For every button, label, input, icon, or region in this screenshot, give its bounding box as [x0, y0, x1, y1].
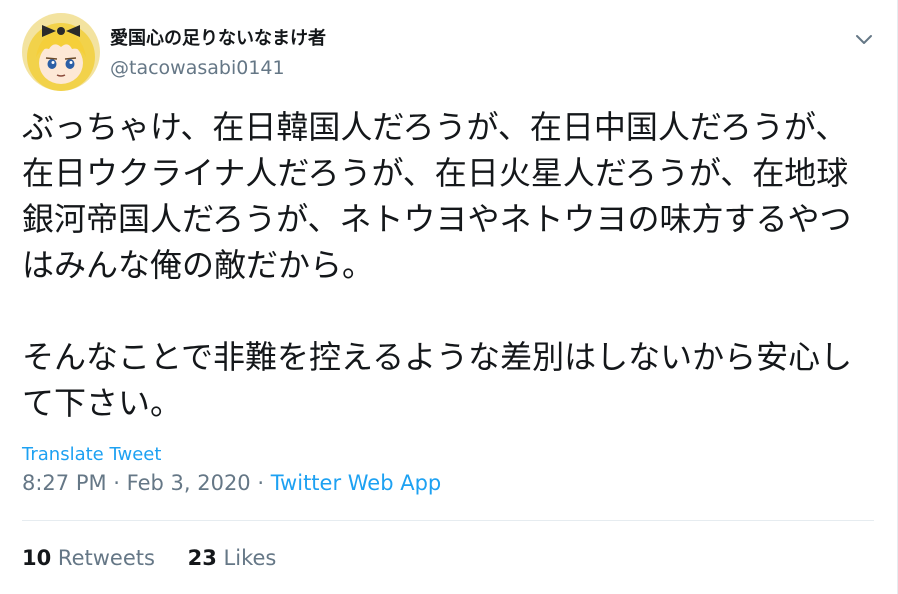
tweet-meta: 8:27 PM · Feb 3, 2020 · Twitter Web App — [22, 470, 441, 496]
meta-separator: · — [106, 471, 127, 495]
likes-count: 23 — [187, 546, 217, 570]
tweet-text: ぶっちゃけ、在日韓国人だろうが、在日中国人だろうが、在日ウクライナ人だろうが、在… — [22, 108, 853, 422]
avatar-image — [22, 13, 100, 91]
retweets-stat[interactable]: 10 Retweets — [22, 545, 155, 571]
tweet-stats: 10 Retweets 23 Likes — [22, 545, 302, 571]
tweet-date[interactable]: Feb 3, 2020 — [127, 471, 251, 495]
divider — [22, 520, 874, 521]
likes-label: Likes — [223, 546, 277, 570]
author-display-name[interactable]: 愛国心の足りないなまけ者 — [110, 27, 326, 51]
likes-stat[interactable]: 23 Likes — [188, 545, 277, 571]
tweet-source-link[interactable]: Twitter Web App — [271, 471, 442, 495]
translate-tweet-link[interactable]: Translate Tweet — [22, 443, 161, 467]
retweets-label: Retweets — [57, 546, 155, 570]
chevron-down-icon — [856, 35, 872, 44]
tweet-menu-button[interactable] — [850, 28, 878, 52]
retweets-count: 10 — [22, 546, 52, 570]
avatar[interactable] — [22, 13, 100, 91]
author-handle[interactable]: @tacowasabi0141 — [110, 56, 285, 80]
meta-separator: · — [250, 471, 271, 495]
tweet-time[interactable]: 8:27 PM — [22, 471, 107, 495]
tweet-card: 愛国心の足りないなまけ者 @tacowasabi0141 ぶっちゃけ、在日韓国人… — [0, 0, 898, 594]
